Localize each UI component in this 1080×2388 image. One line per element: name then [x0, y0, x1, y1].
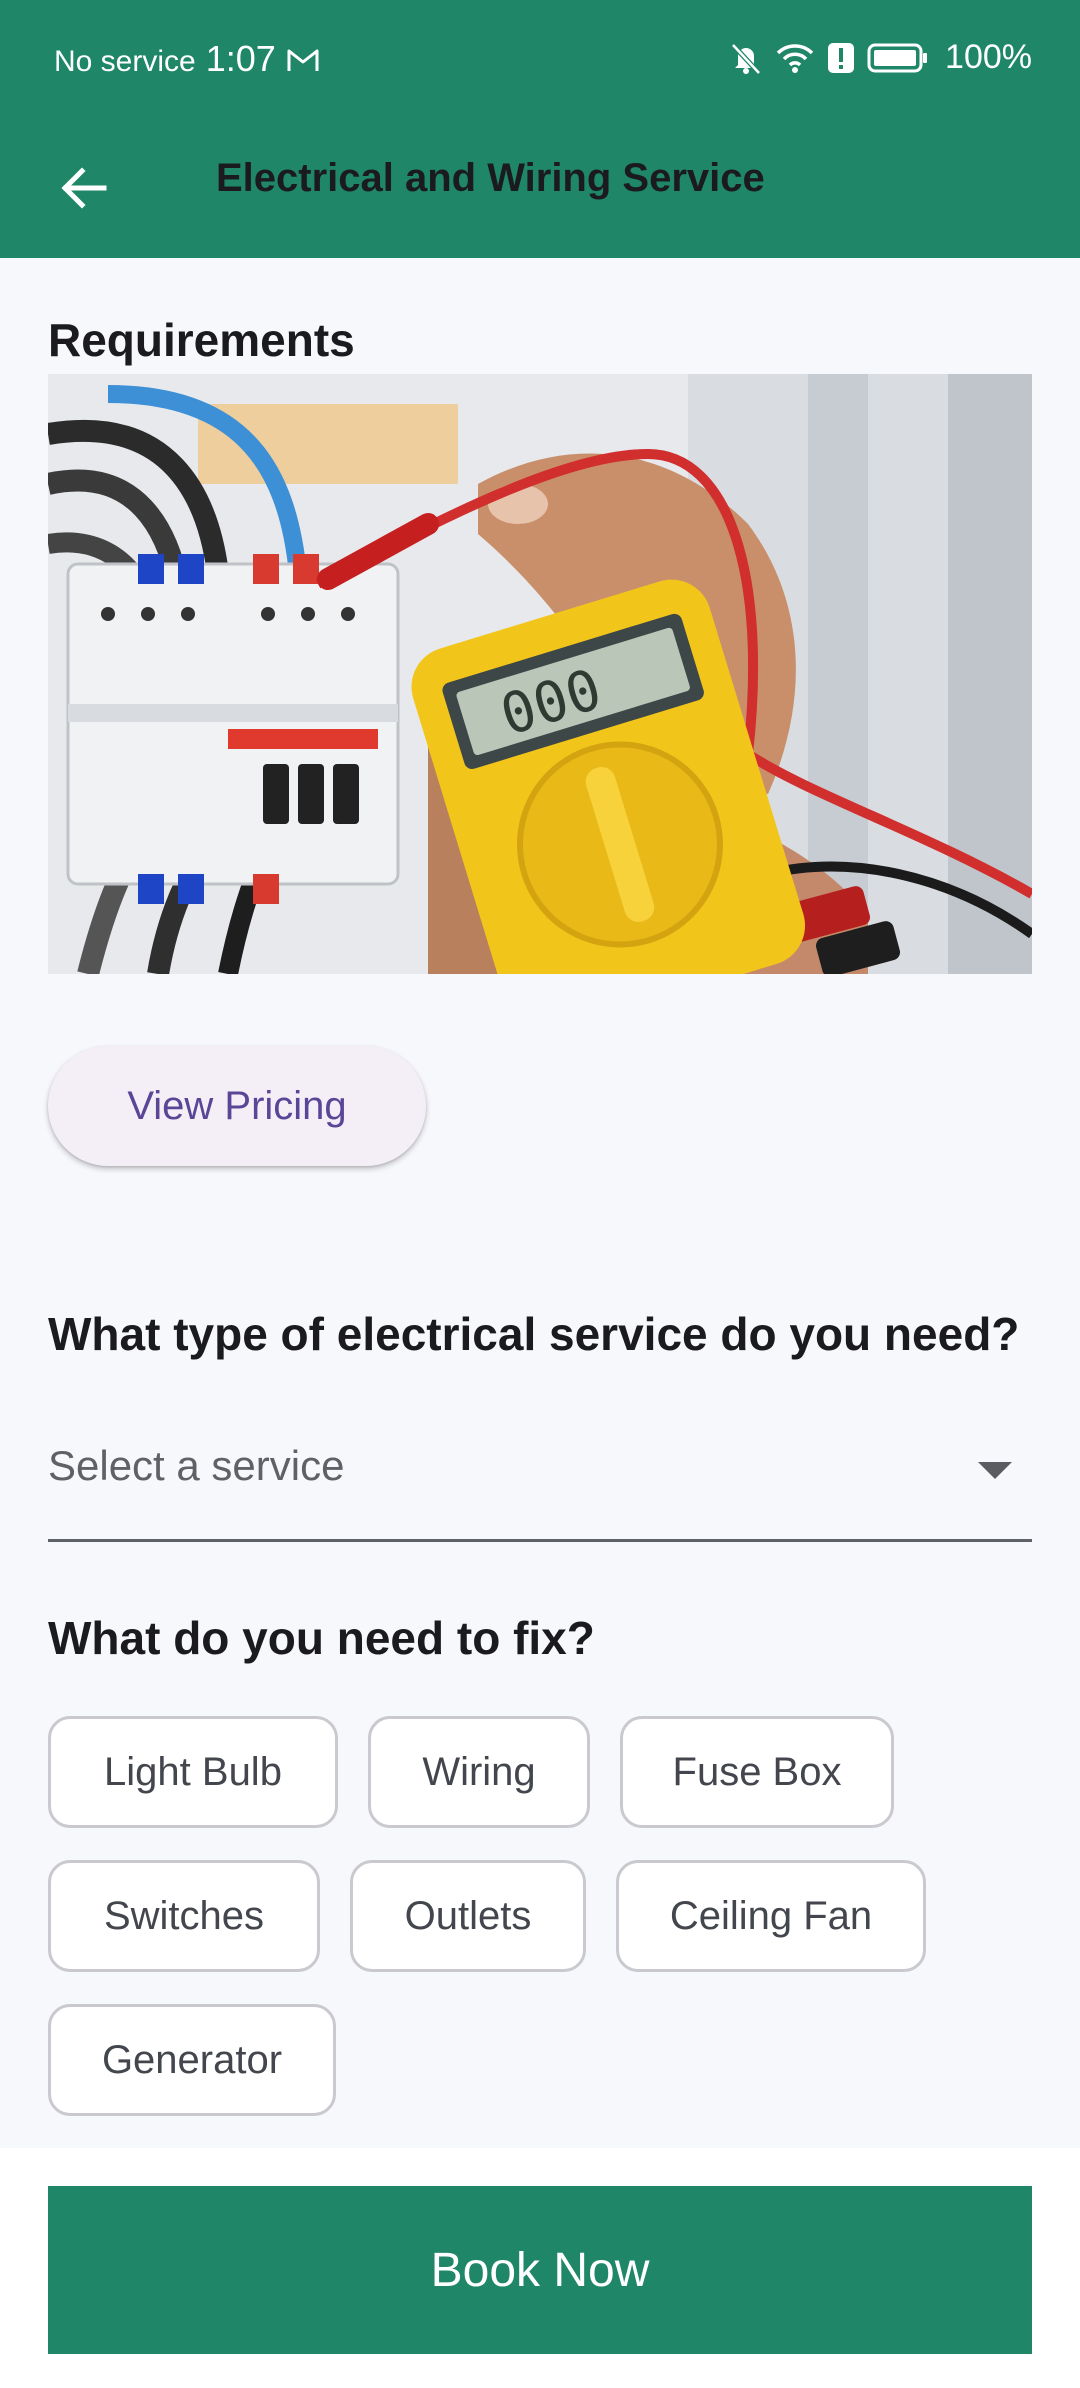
chip-wiring[interactable]: Wiring	[368, 1716, 590, 1828]
status-bar: No service 1:07 100%	[0, 0, 1080, 120]
bell-off-icon	[731, 42, 761, 75]
chip-row: Generator	[48, 2004, 1032, 2116]
bottom-action-bar: Book Now	[0, 2148, 1080, 2388]
chip-ceiling-fan[interactable]: Ceiling Fan	[616, 1860, 926, 1972]
arrow-drop-down-icon	[978, 1462, 1012, 1479]
requirements-heading: Requirements	[48, 314, 355, 366]
battery-percent: 100%	[945, 38, 1032, 76]
service-select-value: Select a service	[48, 1442, 345, 1489]
fix-heading: What do you need to fix?	[48, 1612, 595, 1664]
chip-row: Light Bulb Wiring Fuse Box	[48, 1716, 1032, 1828]
top-bar: No service 1:07 100% Electrical and Wiri…	[0, 0, 1080, 258]
carrier-label: No service	[54, 45, 196, 78]
status-left: No service 1:07	[54, 38, 320, 80]
gmail-icon	[287, 49, 319, 71]
chip-fuse-box[interactable]: Fuse Box	[620, 1716, 894, 1828]
app-screen: No service 1:07 100% Electrical and Wiri…	[0, 0, 1080, 2388]
book-now-button[interactable]: Book Now	[48, 2186, 1032, 2354]
back-button[interactable]	[38, 142, 130, 234]
app-bar: Electrical and Wiring Service	[0, 120, 1080, 258]
view-pricing-button[interactable]: View Pricing	[48, 1046, 426, 1166]
chip-generator[interactable]: Generator	[48, 2004, 336, 2116]
status-right: 100%	[729, 38, 1032, 77]
fix-options: Light Bulb Wiring Fuse Box Switches Outl…	[48, 1716, 1032, 2148]
clock: 1:07	[205, 38, 276, 79]
service-image: 000	[48, 374, 1032, 974]
battery-icon	[867, 43, 928, 72]
chip-switches[interactable]: Switches	[48, 1860, 320, 1972]
service-select[interactable]: Select a service	[48, 1420, 1032, 1542]
chip-row: Switches Outlets Ceiling Fan	[48, 1860, 1032, 1972]
alert-icon	[828, 42, 855, 73]
page-title: Electrical and Wiring Service	[216, 156, 765, 200]
wifi-icon	[776, 43, 814, 73]
chip-outlets[interactable]: Outlets	[350, 1860, 586, 1972]
service-type-heading: What type of electrical service do you n…	[48, 1308, 1020, 1360]
chip-light-bulb[interactable]: Light Bulb	[48, 1716, 338, 1828]
arrow-back-icon	[61, 167, 107, 209]
